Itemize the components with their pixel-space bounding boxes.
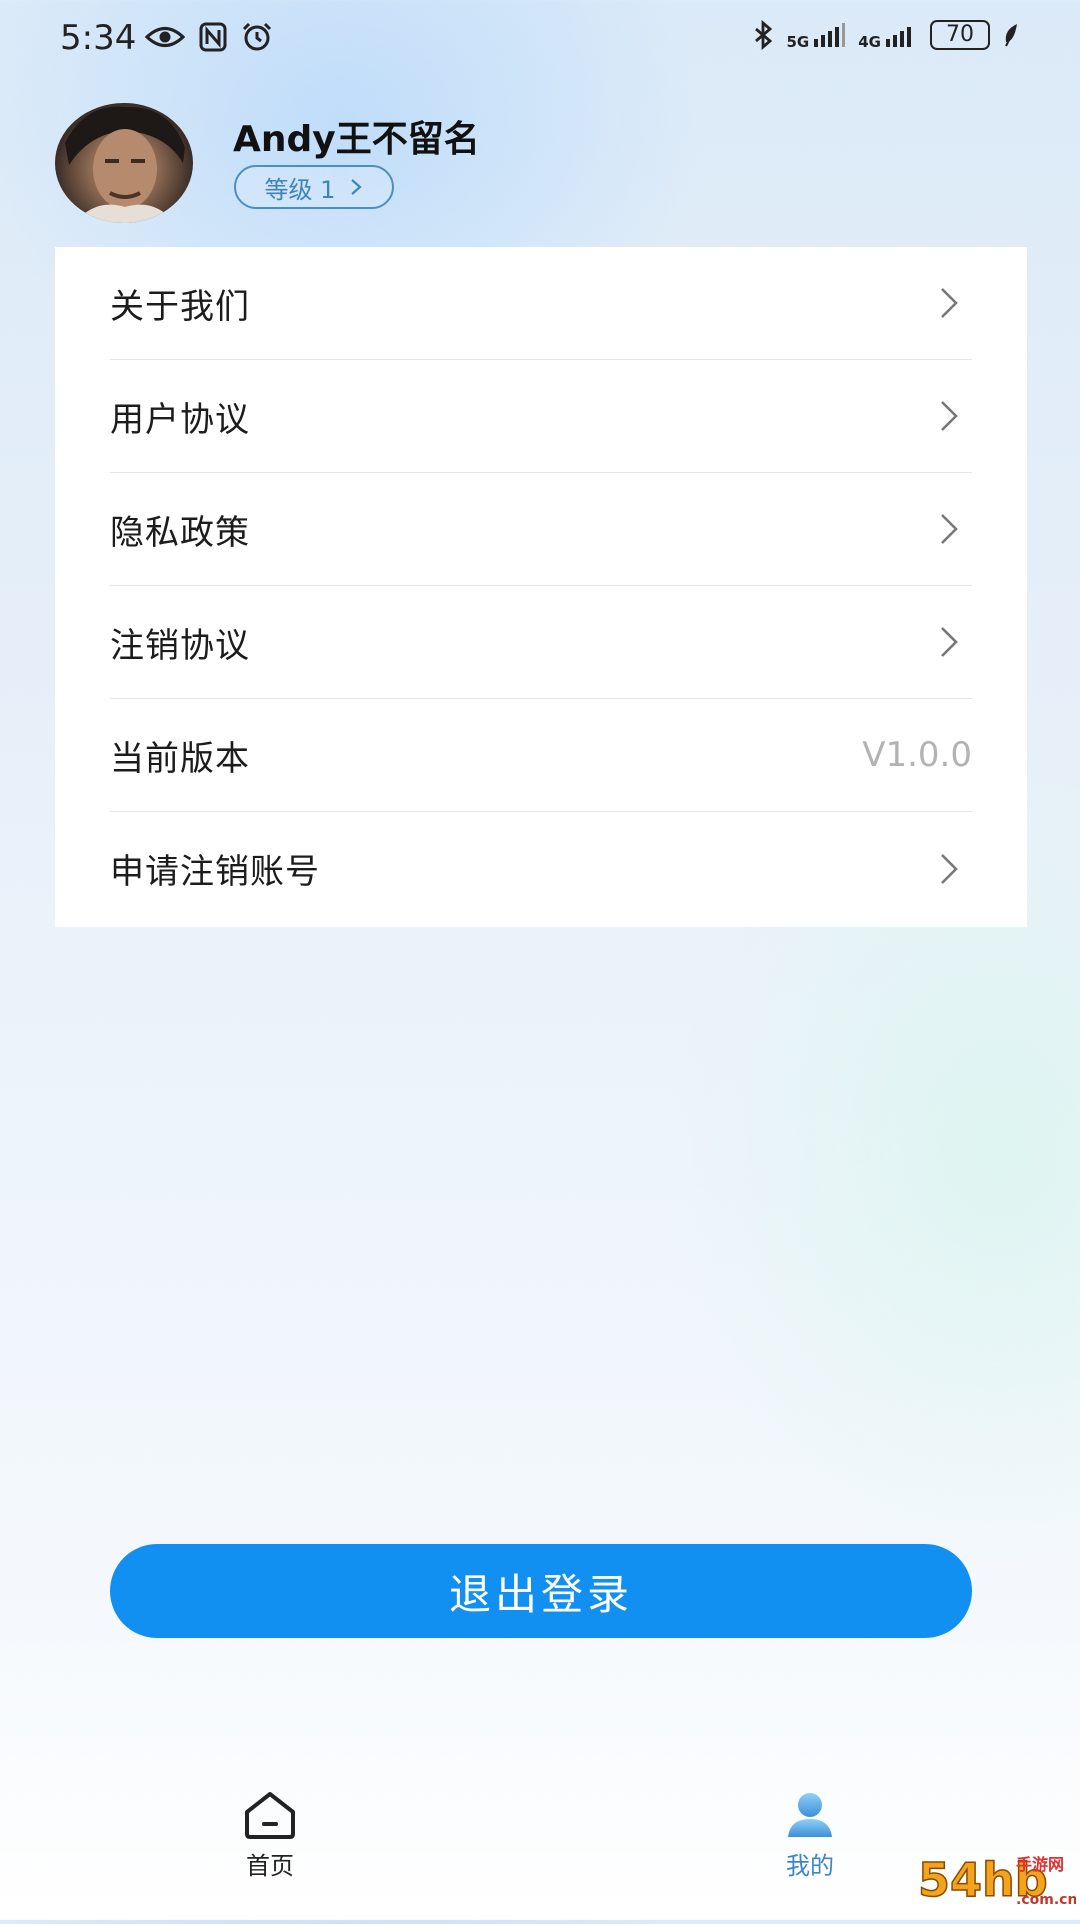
- menu-item-user-agreement[interactable]: 用户协议: [110, 360, 972, 473]
- tab-mine-label: 我的: [786, 1852, 834, 1880]
- chevron-right-icon: [941, 627, 958, 657]
- status-left-icons: [145, 22, 273, 52]
- tab-mine[interactable]: 我的: [730, 1790, 890, 1910]
- menu-card: 关于我们 用户协议 隐私政策 注销协议 当前版本 V1.0.0 申请注销账号: [55, 247, 1027, 927]
- logout-button[interactable]: 退出登录: [110, 1544, 972, 1638]
- svg-text:.com.cn: .com.cn: [1016, 1892, 1076, 1908]
- tab-home[interactable]: 首页: [190, 1790, 350, 1910]
- menu-item-privacy-policy[interactable]: 隐私政策: [110, 473, 972, 586]
- menu-item-label: 当前版本: [110, 738, 250, 779]
- signal-5g: 5G: [786, 21, 847, 51]
- signal-4g: 4G: [858, 21, 918, 51]
- battery-indicator: 70: [930, 20, 990, 50]
- status-right-icons: 5G 4G 70: [753, 20, 1021, 50]
- status-bar: 5:34 5G 4G 70: [0, 0, 1080, 80]
- chevron-right-icon: [941, 288, 958, 318]
- signal-4g-icon: [886, 27, 911, 47]
- version-value: V1.0.0: [862, 735, 972, 775]
- nfc-icon: [199, 22, 227, 52]
- svg-text:手游网: 手游网: [1016, 1855, 1064, 1874]
- watermark-logo: 54hb 手游网 .com.cn: [916, 1840, 1077, 1920]
- menu-item-label: 申请注销账号: [110, 852, 320, 892]
- menu-item-label: 隐私政策: [110, 512, 250, 553]
- tab-home-label: 首页: [246, 1852, 294, 1880]
- chevron-right-icon: [351, 179, 363, 195]
- username: Andy王不留名: [233, 119, 480, 160]
- menu-item-about-us[interactable]: 关于我们: [110, 247, 972, 360]
- watermark-logo-icon: 54hb 手游网 .com.cn: [917, 1852, 1077, 1908]
- level-label: 等级 1: [264, 175, 336, 204]
- leaf-icon: [1005, 24, 1017, 47]
- chevron-right-icon: [941, 401, 958, 431]
- menu-item-label: 用户协议: [110, 399, 250, 440]
- status-time: 5:34: [60, 18, 137, 58]
- avatar-portrait-icon: [65, 106, 185, 223]
- menu-item-current-version: 当前版本 V1.0.0: [110, 699, 972, 812]
- alarm-icon: [242, 22, 272, 51]
- eye-icon: [145, 26, 185, 48]
- home-icon: [245, 1792, 295, 1839]
- menu-item-cancellation-agreement[interactable]: 注销协议: [110, 586, 972, 699]
- net-5g-label: 5G: [786, 33, 810, 51]
- chevron-right-icon: [941, 853, 958, 884]
- user-icon: [788, 1793, 832, 1837]
- avatar[interactable]: [55, 103, 193, 223]
- bluetooth-icon: [754, 20, 772, 50]
- chevron-right-icon: [941, 514, 958, 544]
- menu-item-label: 注销协议: [110, 625, 250, 666]
- menu-item-label: 关于我们: [110, 286, 250, 327]
- menu-item-delete-account[interactable]: 申请注销账号: [110, 812, 972, 925]
- signal-5g-icon: [814, 23, 846, 47]
- level-badge[interactable]: 等级 1: [234, 165, 394, 209]
- net-4g-label: 4G: [858, 33, 881, 51]
